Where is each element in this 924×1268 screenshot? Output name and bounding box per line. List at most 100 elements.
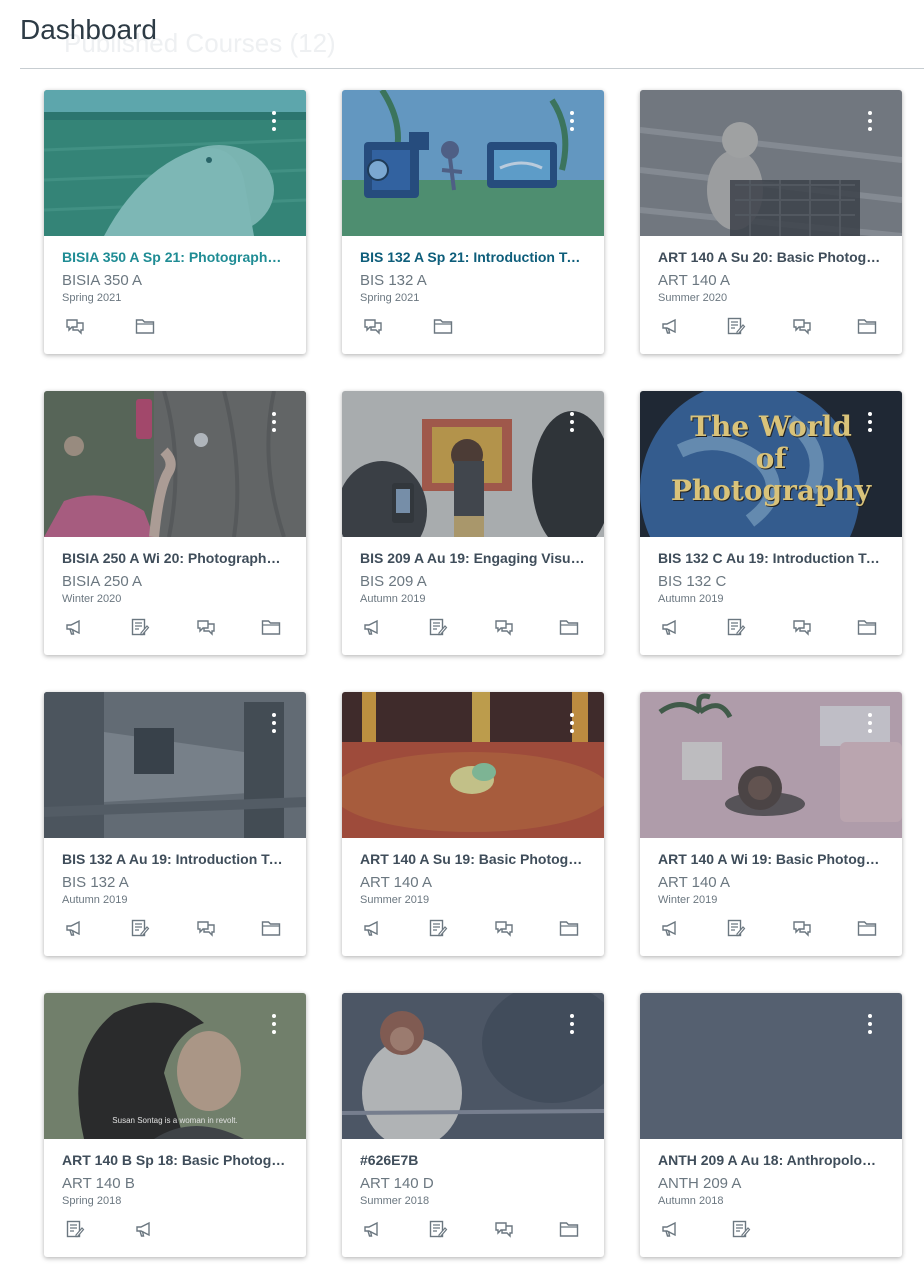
files-icon [857,620,877,635]
course-code: BIS 132 A [360,272,427,289]
announcements-icon [662,619,676,635]
card-actions [660,316,878,336]
discussions-button[interactable] [64,316,86,336]
course-name-link[interactable]: ART 140 B Sp 18: Basic Photograp... [62,1151,288,1169]
assignments-button[interactable] [725,316,747,336]
course-name-link[interactable]: ANTH 209 A Au 18: Anthropology... [658,1151,884,1169]
course-card[interactable]: BIS 209 A Au 19: Engaging Visual ... BIS… [342,391,604,655]
card-options-button[interactable] [262,710,286,736]
announcements-button[interactable] [362,617,384,637]
course-code: ANTH 209 A [658,1175,742,1192]
course-card-hero[interactable] [342,391,604,537]
course-card-hero[interactable]: Susan Sontag is a woman in revolt. [44,993,306,1139]
announcements-button[interactable] [660,918,682,938]
announcements-button[interactable] [64,918,86,938]
files-button[interactable] [432,316,454,336]
course-card[interactable]: #626E7B ART 140 D Summer 2018 [342,993,604,1257]
course-card-hero[interactable] [342,692,604,838]
files-button[interactable] [260,918,282,938]
card-options-button[interactable] [560,1011,584,1037]
files-button[interactable] [856,918,878,938]
course-card-hero[interactable]: The World of Photography [640,391,902,537]
discussions-button[interactable] [493,1219,515,1239]
course-card-hero[interactable] [44,391,306,537]
course-card-hero[interactable] [640,692,902,838]
course-card-hero[interactable] [342,90,604,236]
files-button[interactable] [856,316,878,336]
assignments-button[interactable] [64,1219,86,1239]
files-button[interactable] [558,918,580,938]
course-term: Summer 2019 [360,894,430,906]
discussions-button[interactable] [791,617,813,637]
course-card-hero[interactable] [640,90,902,236]
course-name-link[interactable]: BIS 132 A Sp 21: Introduction To P... [360,248,586,266]
announcements-button[interactable] [660,617,682,637]
card-options-button[interactable] [262,1011,286,1037]
discussions-button[interactable] [493,918,515,938]
course-card-hero[interactable] [44,692,306,838]
card-options-button[interactable] [858,108,882,134]
course-name-link[interactable]: BIS 209 A Au 19: Engaging Visual ... [360,549,586,567]
assignments-button[interactable] [427,617,449,637]
files-button[interactable] [260,617,282,637]
card-options-button[interactable] [262,409,286,435]
announcements-button[interactable] [660,316,682,336]
announcements-button[interactable] [362,918,384,938]
course-name-link[interactable]: ART 140 A Su 19: Basic Photograp... [360,850,586,868]
course-name-link[interactable]: #626E7B [360,1151,586,1169]
course-card[interactable]: BIS 132 A Sp 21: Introduction To P... BI… [342,90,604,354]
files-button[interactable] [134,316,156,336]
course-name-link[interactable]: ART 140 A Wi 19: Basic Photogra... [658,850,884,868]
card-actions [660,617,878,637]
course-card[interactable]: BISIA 250 A Wi 20: Photography ... BISIA… [44,391,306,655]
discussions-button[interactable] [195,617,217,637]
card-options-button[interactable] [858,409,882,435]
assignments-button[interactable] [725,617,747,637]
announcements-button[interactable] [660,1219,682,1239]
course-card[interactable]: The World of Photography BIS 132 C Au 19… [640,391,902,655]
discussions-button[interactable] [791,918,813,938]
assignments-button[interactable] [129,918,151,938]
course-card[interactable]: BISIA 350 A Sp 21: Photography A... BISI… [44,90,306,354]
course-card[interactable]: ANTH 209 A Au 18: Anthropology... ANTH 2… [640,993,902,1257]
announcements-button[interactable] [362,1219,384,1239]
announcements-icon [662,1221,676,1237]
files-button[interactable] [558,617,580,637]
card-options-button[interactable] [858,710,882,736]
card-options-button[interactable] [560,108,584,134]
course-card[interactable]: Susan Sontag is a woman in revolt. ART 1… [44,993,306,1257]
discussions-button[interactable] [791,316,813,336]
files-button[interactable] [856,617,878,637]
assignments-button[interactable] [725,918,747,938]
announcements-icon [662,318,676,334]
course-name-link[interactable]: BISIA 350 A Sp 21: Photography A... [62,248,288,266]
card-actions [64,316,282,336]
discussions-button[interactable] [362,316,384,336]
card-options-button[interactable] [560,409,584,435]
assignments-button[interactable] [129,617,151,637]
files-button[interactable] [558,1219,580,1239]
course-card[interactable]: ART 140 A Su 19: Basic Photograp... ART … [342,692,604,956]
course-card[interactable]: ART 140 A Su 20: Basic Photograp... ART … [640,90,902,354]
course-card[interactable]: BIS 132 A Au 19: Introduction To ... BIS… [44,692,306,956]
course-name-link[interactable]: ART 140 A Su 20: Basic Photograp... [658,248,884,266]
assignments-button[interactable] [730,1219,752,1239]
card-options-button[interactable] [858,1011,882,1037]
course-card-hero[interactable] [342,993,604,1139]
course-name-link[interactable]: BIS 132 A Au 19: Introduction To ... [62,850,288,868]
assignments-button[interactable] [427,1219,449,1239]
course-name-link[interactable]: BISIA 250 A Wi 20: Photography ... [62,549,288,567]
announcements-button[interactable] [134,1219,156,1239]
card-options-button[interactable] [560,710,584,736]
discussions-button[interactable] [493,617,515,637]
announcements-button[interactable] [64,617,86,637]
assignments-button[interactable] [427,918,449,938]
announcements-icon [364,920,378,936]
course-card-hero[interactable] [640,993,902,1139]
discussions-button[interactable] [195,918,217,938]
course-term: Autumn 2019 [658,593,724,605]
course-name-link[interactable]: BIS 132 C Au 19: Introduction To ... [658,549,884,567]
course-card-hero[interactable] [44,90,306,236]
course-card[interactable]: ART 140 A Wi 19: Basic Photogra... ART 1… [640,692,902,956]
card-options-button[interactable] [262,108,286,134]
